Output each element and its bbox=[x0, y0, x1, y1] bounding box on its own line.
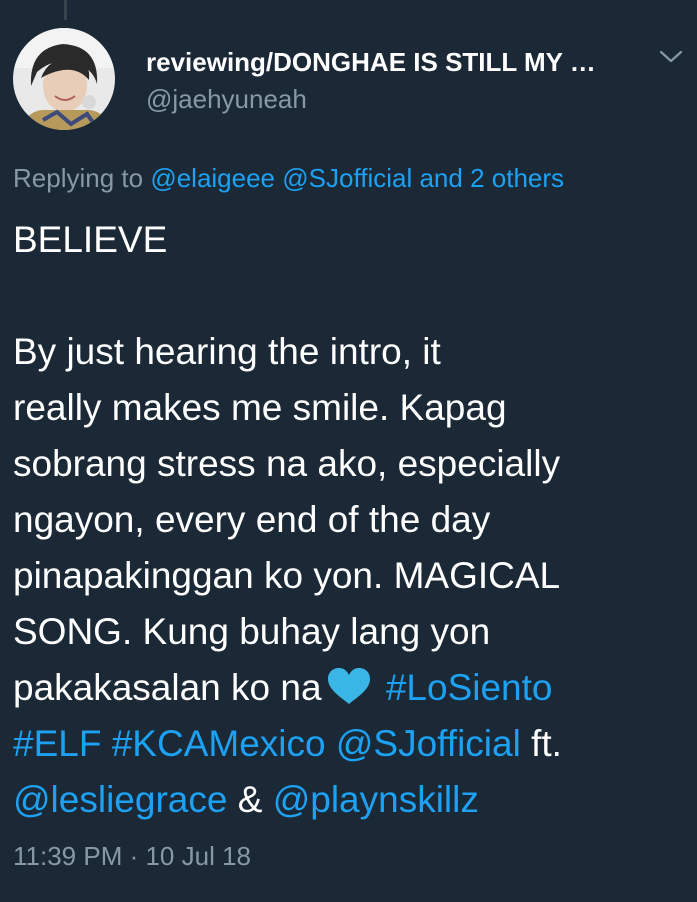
mention-lesliegrace[interactable]: @lesliegrace bbox=[13, 779, 227, 820]
ft-text: ft. bbox=[520, 723, 562, 764]
tweet-author: reviewing/DONGHAE IS STILL MY … @jaehyun… bbox=[146, 46, 646, 116]
tweet-line-mentions: @lesliegrace & @playnskillz bbox=[13, 772, 685, 828]
mention-sjofficial[interactable]: @SJofficial bbox=[282, 163, 412, 193]
tweet-line-hashtags: #ELF #KCAMexico @SJofficial ft. bbox=[13, 716, 685, 772]
mention-sjofficial-body[interactable]: @SJofficial bbox=[336, 723, 521, 764]
tweet-line: sobrang stress na ako, especially bbox=[13, 443, 561, 484]
tweet-text: BELIEVE By just hearing the intro, it re… bbox=[13, 212, 685, 828]
replying-to: Replying to @elaigeee @SJofficial and 2 … bbox=[13, 160, 564, 196]
replying-to-label: Replying to bbox=[13, 163, 151, 193]
mention-playnskillz[interactable]: @playnskillz bbox=[273, 779, 479, 820]
tweet-timestamp[interactable]: 11:39 PM · 10 Jul 18 bbox=[13, 838, 251, 874]
display-name[interactable]: reviewing/DONGHAE IS STILL MY … bbox=[146, 46, 646, 78]
tweet-line: ngayon, every end of the day bbox=[13, 499, 491, 540]
tweet-line: really makes me smile. Kapag bbox=[13, 387, 507, 428]
tweet-line-with-heart: pakakasalan ko na #LoSiento bbox=[13, 660, 685, 716]
hashtag-kcamexico[interactable]: #KCAMexico bbox=[112, 723, 326, 764]
tweet-title-line: BELIEVE bbox=[13, 219, 168, 260]
hashtag-elf[interactable]: #ELF bbox=[13, 723, 101, 764]
tweet-line: By just hearing the intro, it bbox=[13, 331, 441, 372]
user-handle[interactable]: @jaehyuneah bbox=[146, 82, 646, 116]
avatar-photo bbox=[13, 28, 115, 130]
mention-elaigeee[interactable]: @elaigeee bbox=[150, 163, 275, 193]
tweet-line-text: pakakasalan ko na bbox=[13, 667, 322, 708]
ampersand-text: & bbox=[227, 779, 273, 820]
chevron-down-icon[interactable] bbox=[658, 48, 684, 66]
others-link[interactable]: and 2 others bbox=[419, 163, 564, 193]
blue-heart-icon bbox=[322, 666, 376, 706]
tweet-line: pinapakinggan ko yon. MAGICAL bbox=[13, 555, 561, 596]
thread-connector-line bbox=[64, 0, 67, 20]
avatar[interactable] bbox=[13, 28, 115, 130]
tweet-line: SONG. Kung buhay lang yon bbox=[13, 611, 491, 652]
hashtag-losiento[interactable]: #LoSiento bbox=[386, 667, 553, 708]
